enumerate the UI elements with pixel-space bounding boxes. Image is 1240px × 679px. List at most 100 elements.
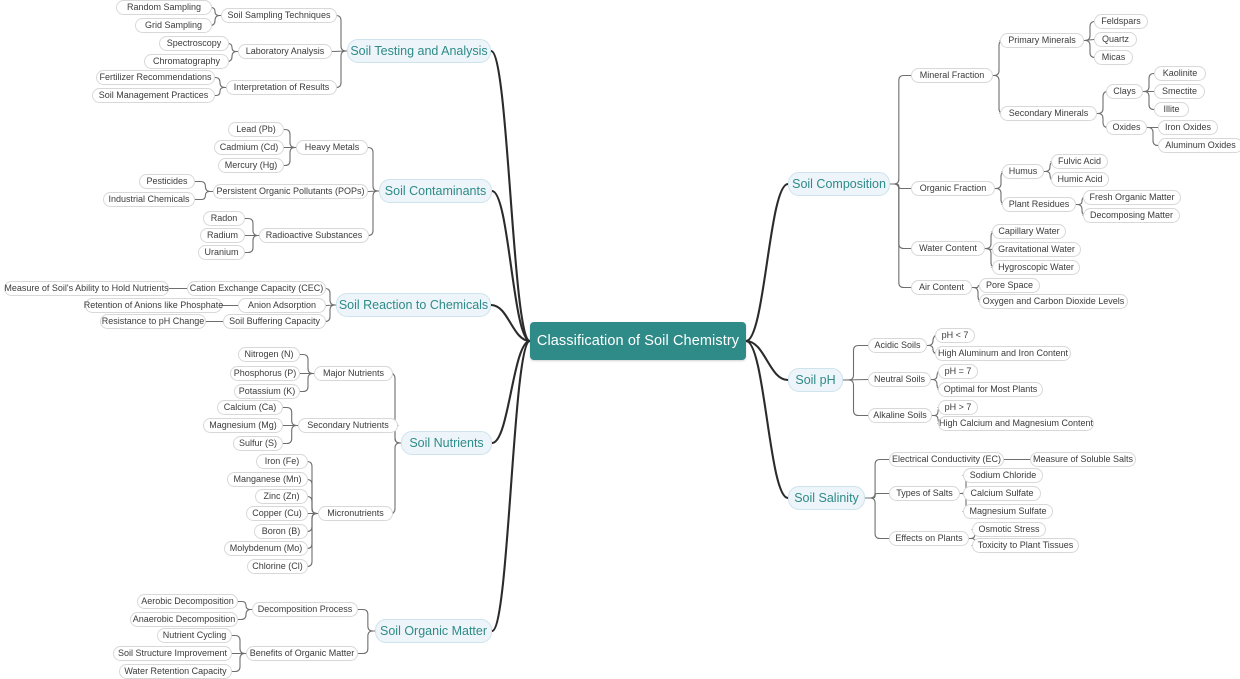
node-copper-cu[interactable]: Copper (Cu) [246,506,308,521]
node-pesticides[interactable]: Pesticides [139,174,195,189]
node-high-calcium-and-magnesium-content[interactable]: High Calcium and Magnesium Content [938,416,1094,431]
node-phosphorus-p[interactable]: Phosphorus (P) [230,366,300,381]
node-aerobic-decomposition[interactable]: Aerobic Decomposition [137,594,238,609]
node-manganese-mn[interactable]: Manganese (Mn) [227,472,308,487]
node-heavy-metals[interactable]: Heavy Metals [296,140,368,155]
node-sodium-chloride[interactable]: Sodium Chloride [963,468,1043,483]
node-high-aluminum-and-iron-content[interactable]: High Aluminum and Iron Content [935,346,1071,361]
node-plant-residues[interactable]: Plant Residues [1002,197,1076,212]
node-iron-oxides[interactable]: Iron Oxides [1158,120,1218,135]
node-gravitational-water[interactable]: Gravitational Water [992,242,1081,257]
node-potassium-k[interactable]: Potassium (K) [234,384,300,399]
node-kaolinite[interactable]: Kaolinite [1154,66,1206,81]
node-retention-of-anions-like-phosphate[interactable]: Retention of Anions like Phosphate [84,298,223,313]
node-pore-space[interactable]: Pore Space [979,278,1040,293]
node-fertilizer-recommendations[interactable]: Fertilizer Recommendations [96,70,215,85]
node-micas[interactable]: Micas [1094,50,1133,65]
branch-soil-ph[interactable]: Soil pH [788,368,843,392]
node-molybdenum-mo[interactable]: Molybdenum (Mo) [224,541,308,556]
node-interpretation-of-results[interactable]: Interpretation of Results [226,80,337,95]
node-mercury-hg[interactable]: Mercury (Hg) [218,158,284,173]
node-oxygen-and-carbon-dioxide-levels[interactable]: Oxygen and Carbon Dioxide Levels [979,294,1128,309]
node-spectroscopy[interactable]: Spectroscopy [159,36,229,51]
branch-soil-nutrients[interactable]: Soil Nutrients [401,431,492,455]
node-air-content[interactable]: Air Content [911,280,972,295]
node-cadmium-cd[interactable]: Cadmium (Cd) [214,140,284,155]
node-measure-of-soluble-salts[interactable]: Measure of Soluble Salts [1030,452,1136,467]
node-persistent-organic-pollutants-pops[interactable]: Persistent Organic Pollutants (POPs) [213,184,368,199]
node-iron-fe[interactable]: Iron (Fe) [256,454,308,469]
node-laboratory-analysis[interactable]: Laboratory Analysis [238,44,332,59]
node-chlorine-cl[interactable]: Chlorine (Cl) [247,559,308,574]
node-radioactive-substances[interactable]: Radioactive Substances [259,228,369,243]
node-hygroscopic-water[interactable]: Hygroscopic Water [992,260,1080,275]
node-types-of-salts[interactable]: Types of Salts [889,486,960,501]
node-humus[interactable]: Humus [1002,164,1044,179]
node-smectite[interactable]: Smectite [1154,84,1205,99]
branch-soil-reaction-to-chemicals[interactable]: Soil Reaction to Chemicals [336,293,491,317]
node-lead-pb[interactable]: Lead (Pb) [228,122,284,137]
node-magnesium-sulfate[interactable]: Magnesium Sulfate [963,504,1053,519]
node-secondary-nutrients[interactable]: Secondary Nutrients [298,418,398,433]
node-ph-7[interactable]: pH = 7 [938,364,978,379]
node-industrial-chemicals[interactable]: Industrial Chemicals [103,192,195,207]
node-capillary-water[interactable]: Capillary Water [992,224,1066,239]
branch-soil-composition[interactable]: Soil Composition [788,172,890,196]
node-calcium-sulfate[interactable]: Calcium Sulfate [963,486,1041,501]
node-optimal-for-most-plants[interactable]: Optimal for Most Plants [938,382,1043,397]
branch-soil-salinity[interactable]: Soil Salinity [788,486,865,510]
node-osmotic-stress[interactable]: Osmotic Stress [972,522,1046,537]
node-ph-7[interactable]: pH > 7 [938,400,978,415]
node-organic-fraction[interactable]: Organic Fraction [911,181,995,196]
node-decomposition-process[interactable]: Decomposition Process [252,602,358,617]
node-soil-buffering-capacity[interactable]: Soil Buffering Capacity [223,314,326,329]
branch-soil-organic-matter[interactable]: Soil Organic Matter [375,619,492,643]
node-oxides[interactable]: Oxides [1106,120,1147,135]
node-water-retention-capacity[interactable]: Water Retention Capacity [119,664,232,679]
node-fresh-organic-matter[interactable]: Fresh Organic Matter [1083,190,1181,205]
node-mineral-fraction[interactable]: Mineral Fraction [911,68,993,83]
node-alkaline-soils[interactable]: Alkaline Soils [868,408,932,423]
node-grid-sampling[interactable]: Grid Sampling [135,18,212,33]
node-primary-minerals[interactable]: Primary Minerals [1000,33,1084,48]
node-soil-sampling-techniques[interactable]: Soil Sampling Techniques [221,8,337,23]
node-anaerobic-decomposition[interactable]: Anaerobic Decomposition [130,612,238,627]
node-clays[interactable]: Clays [1106,84,1143,99]
node-soil-structure-improvement[interactable]: Soil Structure Improvement [113,646,232,661]
node-soil-management-practices[interactable]: Soil Management Practices [92,88,215,103]
node-chromatography[interactable]: Chromatography [144,54,229,69]
node-sulfur-s[interactable]: Sulfur (S) [233,436,283,451]
node-benefits-of-organic-matter[interactable]: Benefits of Organic Matter [246,646,358,661]
node-cation-exchange-capacity-cec[interactable]: Cation Exchange Capacity (CEC) [187,281,326,296]
node-nitrogen-n[interactable]: Nitrogen (N) [238,347,300,362]
node-uranium[interactable]: Uranium [198,245,245,260]
node-acidic-soils[interactable]: Acidic Soils [868,338,927,353]
node-fulvic-acid[interactable]: Fulvic Acid [1051,154,1108,169]
node-ph-7[interactable]: pH < 7 [935,328,975,343]
node-major-nutrients[interactable]: Major Nutrients [314,366,393,381]
node-water-content[interactable]: Water Content [911,241,985,256]
node-quartz[interactable]: Quartz [1094,32,1137,47]
node-magnesium-mg[interactable]: Magnesium (Mg) [203,418,283,433]
node-measure-of-soil-s-ability-to-hold-nutrients[interactable]: Measure of Soil's Ability to Hold Nutrie… [4,281,169,296]
branch-soil-contaminants[interactable]: Soil Contaminants [379,179,492,203]
node-feldspars[interactable]: Feldspars [1094,14,1148,29]
node-boron-b[interactable]: Boron (B) [254,524,308,539]
node-random-sampling[interactable]: Random Sampling [116,0,212,15]
branch-soil-testing-and-analysis[interactable]: Soil Testing and Analysis [347,39,491,63]
node-decomposing-matter[interactable]: Decomposing Matter [1083,208,1180,223]
node-electrical-conductivity-ec[interactable]: Electrical Conductivity (EC) [889,452,1004,467]
node-resistance-to-ph-change[interactable]: Resistance to pH Change [100,314,206,329]
root-node[interactable]: Classification of Soil Chemistry [530,322,746,360]
node-effects-on-plants[interactable]: Effects on Plants [889,531,969,546]
node-anion-adsorption[interactable]: Anion Adsorption [238,298,326,313]
node-zinc-zn[interactable]: Zinc (Zn) [255,489,308,504]
node-neutral-soils[interactable]: Neutral Soils [868,372,931,387]
node-humic-acid[interactable]: Humic Acid [1051,172,1109,187]
node-micronutrients[interactable]: Micronutrients [318,506,393,521]
node-illite[interactable]: Illite [1154,102,1189,117]
node-radon[interactable]: Radon [203,211,245,226]
node-aluminum-oxides[interactable]: Aluminum Oxides [1158,138,1240,153]
node-calcium-ca[interactable]: Calcium (Ca) [217,400,283,415]
node-secondary-minerals[interactable]: Secondary Minerals [1000,106,1097,121]
